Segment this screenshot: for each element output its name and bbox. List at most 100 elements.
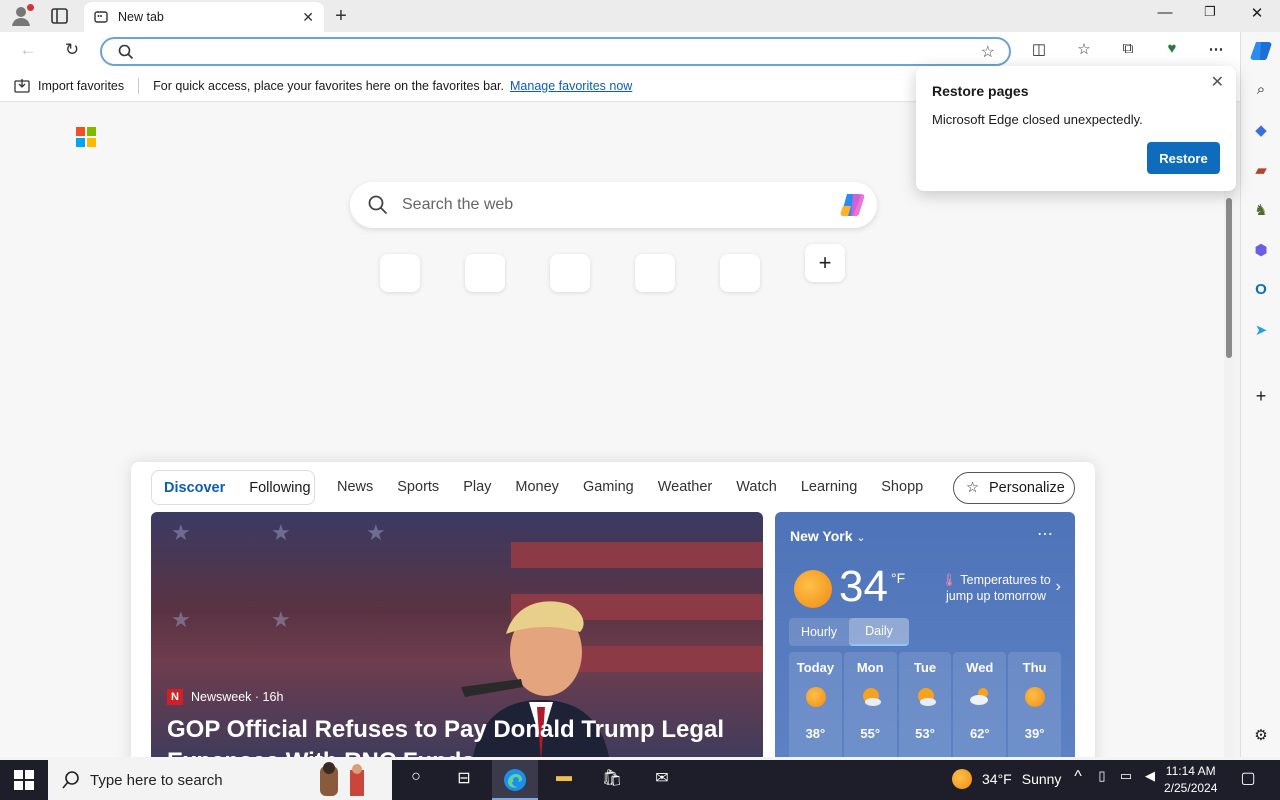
category-gaming[interactable]: Gaming [571,479,646,495]
quick-link-tile[interactable] [465,254,505,292]
forecast-day-label: Tue [913,660,937,675]
taskbar-search-input[interactable] [90,771,310,789]
tab-new-tab[interactable]: New tab ✕ [84,2,324,32]
tab-actions-icon[interactable] [50,7,70,25]
weather-note[interactable]: 🌡 Temperatures to jump up tomorrow [941,572,1051,604]
collections-icon[interactable]: ⧉ [1117,40,1139,62]
task-view-icon[interactable]: ⊟ [452,768,476,792]
restore-window-button[interactable]: ❐ [1198,4,1222,28]
more-options-icon[interactable]: ⋯ [1037,524,1053,544]
forecast-day[interactable]: Tue 53° [898,652,952,757]
tab-following[interactable]: Following [237,480,322,496]
close-window-button[interactable]: ✕ [1245,4,1269,28]
page-scrollbar[interactable] [1224,190,1234,757]
search-highlight-image [320,762,364,796]
customize-sidebar-plus-icon[interactable]: + [1250,386,1272,408]
import-favorites-button[interactable]: Import favorites [14,77,140,94]
flag-star: ★ [171,520,191,545]
tools-briefcase-icon[interactable]: ▰ [1250,161,1272,183]
games-chess-icon[interactable]: ♞ [1250,201,1272,223]
copilot-icon[interactable] [839,192,867,218]
close-icon[interactable]: ✕ [1211,72,1224,92]
taskbar-weather[interactable]: 34°F Sunny [952,769,1061,789]
back-button[interactable]: ← [17,40,39,62]
category-weather[interactable]: Weather [646,479,725,495]
drop-icon[interactable]: ➤ [1250,321,1272,343]
copilot-sidebar-icon[interactable] [1250,40,1272,62]
favorites-icon[interactable]: ☆ [1073,40,1095,62]
weather-city[interactable]: New York ⌄ [790,528,866,544]
address-input[interactable] [142,41,972,63]
volume-muted-icon[interactable]: ◀ [1138,768,1162,792]
personalize-button[interactable]: ☆ Personalize [953,472,1075,504]
quick-link-tile[interactable] [380,254,420,292]
web-search-input[interactable] [402,196,802,214]
sunny-icon [806,687,826,707]
minimize-button[interactable]: — [1153,4,1177,28]
category-sports[interactable]: Sports [385,479,451,495]
chevron-right-icon[interactable]: › [1056,578,1061,596]
partly-cloudy-icon [917,688,936,706]
network-icon[interactable]: ▭ [1114,768,1138,792]
restore-pages-popup: Restore pages Microsoft Edge closed unex… [916,66,1236,191]
microsoft-365-icon[interactable]: ⬢ [1250,241,1272,263]
popup-message: Microsoft Edge closed unexpectedly. [932,112,1143,127]
hourly-toggle[interactable]: Hourly [789,618,849,646]
mail-icon[interactable]: ✉ [650,768,674,792]
category-news[interactable]: News [325,479,385,495]
category-money[interactable]: Money [503,479,571,495]
manage-favorites-link[interactable]: Manage favorites now [510,79,632,93]
forecast-day[interactable]: Wed 62° [953,652,1007,757]
taskbar-clock[interactable]: 11:14 AM 2/25/2024 [1164,763,1217,797]
web-search-box[interactable] [350,182,877,228]
forecast-day-label: Wed [966,660,994,675]
weather-temperature: 34 [839,562,888,611]
microsoft-store-icon[interactable]: 🛍 [600,768,624,792]
category-learning[interactable]: Learning [789,479,869,495]
category-watch[interactable]: Watch [724,479,789,495]
title-bar: New tab ✕ + — ❐ ✕ [0,0,1280,32]
daily-toggle[interactable]: Daily [849,618,909,646]
quick-link-tile[interactable] [550,254,590,292]
sidebar-settings-icon[interactable]: ⚙ [1250,726,1272,748]
forecast-day[interactable]: Mon 55° [843,652,897,757]
tab-close-icon[interactable]: ✕ [302,9,314,26]
split-screen-icon[interactable]: ◫ [1028,40,1050,62]
forecast-day[interactable]: Today 38° [789,652,842,757]
shopping-tag-icon[interactable]: ◆ [1250,121,1272,143]
taskbar-search-box[interactable] [48,760,392,800]
hero-headline[interactable]: GOP Official Refuses to Pay Donald Trump… [167,714,747,757]
file-explorer-icon[interactable]: ▬ [552,768,576,792]
quick-link-tile[interactable] [635,254,675,292]
scrollbar-thumb[interactable] [1226,198,1232,358]
hero-article-card[interactable]: ★ ★ ★ ★ ★ N Newsweek · 16h GOP Official … [151,512,763,757]
new-tab-button[interactable]: + [330,5,352,28]
flag-star: ★ [271,520,291,545]
category-shopping[interactable]: Shopp [869,479,935,495]
taskbar-edge-button[interactable] [492,760,538,800]
profile-alert-badge [27,4,34,11]
forecast-day-label: Today [796,660,835,675]
newsweek-logo-icon: N [167,689,183,705]
search-icon[interactable]: ⌕ [1250,81,1272,103]
add-favorite-star-icon[interactable]: ☆ [981,42,995,62]
category-play[interactable]: Play [451,479,503,495]
show-hidden-icons-chevron-icon[interactable]: ^ [1066,768,1090,792]
add-quick-link-button[interactable]: + [805,244,845,282]
device-icon[interactable]: ▯ [1090,768,1114,792]
windows-start-icon[interactable] [14,770,34,790]
notification-center-icon[interactable]: ▢ [1236,768,1260,792]
hero-source: N Newsweek · 16h [167,689,283,705]
quick-link-tile[interactable] [720,254,760,292]
search-icon [368,195,388,215]
weather-card[interactable]: New York ⌄ ⋯ 34 °F 🌡 Temperatures to jum… [775,512,1075,757]
restore-button[interactable]: Restore [1147,142,1220,174]
outlook-icon[interactable]: O [1250,281,1272,303]
forecast-day[interactable]: Thu 39° [1008,652,1061,757]
browser-essentials-icon[interactable]: ♥ [1161,40,1183,62]
tab-discover[interactable]: Discover [152,480,237,496]
settings-and-more-icon[interactable]: ⋯ [1205,40,1227,62]
refresh-button[interactable]: ↻ [61,40,83,62]
address-bar[interactable]: ☆ [100,37,1011,66]
cortana-icon[interactable]: ○ [404,768,428,792]
